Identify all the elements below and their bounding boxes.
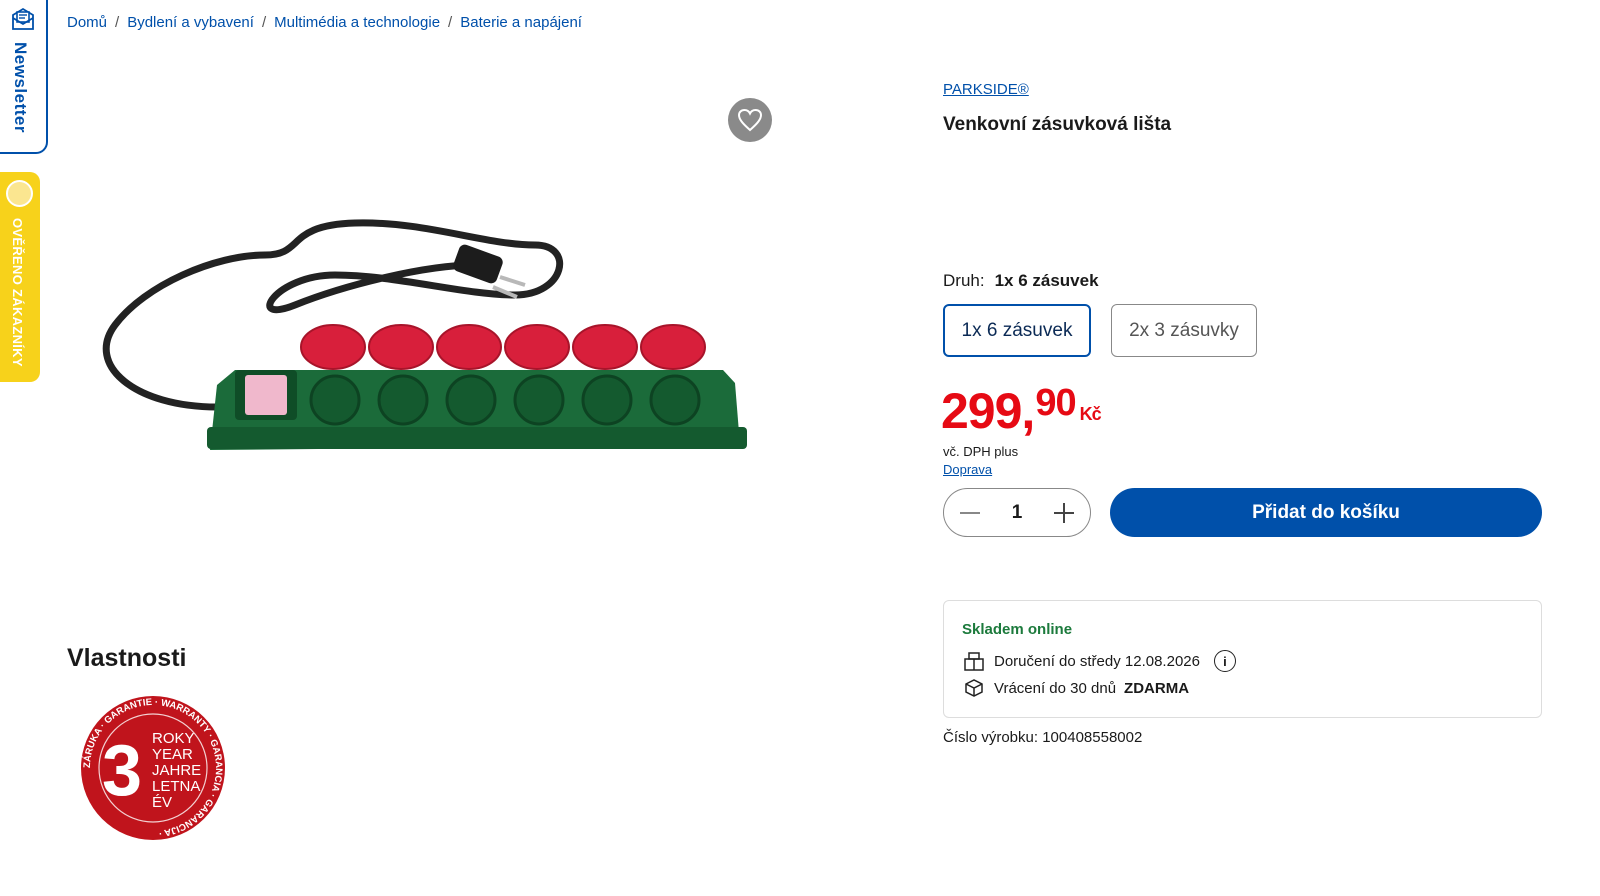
delivery-row: Doručení do středy 12.08.2026 i (962, 649, 1236, 673)
warranty-number: 3 (102, 731, 142, 811)
warranty-line: ROKY (152, 730, 195, 747)
breadcrumb-separator: / (115, 14, 120, 31)
delivery-text: Doručení do středy 12.08.2026 (994, 652, 1200, 670)
minus-icon (960, 511, 980, 514)
newsletter-label: Newsletter (11, 42, 30, 133)
product-title: Venkovní zásuvková lišta (943, 114, 1172, 135)
breadcrumb-separator: / (448, 14, 453, 31)
shipping-link[interactable]: Doprava (943, 462, 992, 477)
variant-label-text: Druh: (943, 271, 985, 290)
breadcrumb: Domů / Bydlení a vybavení / Multimédia a… (67, 14, 582, 31)
stock-status: Skladem online (962, 621, 1073, 638)
warranty-line: LETNA (152, 778, 200, 795)
info-icon[interactable]: i (1213, 650, 1236, 672)
return-text: Vrácení do 30 dnů (994, 679, 1117, 697)
return-box-icon (965, 679, 983, 697)
breadcrumb-multimedia[interactable]: Multimédia a technologie (274, 14, 440, 31)
variant-option-2x3[interactable]: 2x 3 zásuvky (1111, 304, 1257, 357)
return-row: Vrácení do 30 dnů ZDARMA (962, 676, 1189, 700)
newsletter-tab[interactable]: Newsletter (0, 0, 48, 154)
quantity-value[interactable]: 1 (1012, 502, 1023, 524)
features-heading: Vlastnosti (67, 644, 187, 672)
variant-selected-value: 1x 6 zásuvek (994, 271, 1099, 290)
return-free-text: ZDARMA (1124, 679, 1190, 697)
increase-quantity-button[interactable] (1052, 501, 1076, 525)
price: 299, 90 Kč (941, 382, 1102, 439)
decrease-quantity-button[interactable] (958, 501, 982, 525)
vat-note: vč. DPH plus (943, 444, 1019, 459)
price-decimal: 90 (1035, 382, 1076, 424)
plus-icon (1053, 502, 1074, 523)
warranty-3-years-icon: 3 ROKY YEAR JAHRE LETNA ÉV ZÁRUKA · GARA… (81, 696, 225, 840)
warranty-line: ÉV (152, 794, 172, 811)
product-image (102, 219, 747, 450)
add-to-favorites-button[interactable] (728, 98, 772, 142)
verified-label: OVĚŘENO ZÁKAZNÍKY (10, 218, 25, 367)
price-integer: 299, (941, 383, 1035, 439)
verified-by-customers-tab[interactable]: OVĚŘENO ZÁKAZNÍKY (0, 172, 40, 382)
heart-icon (737, 108, 763, 132)
item-number: Číslo výrobku: 100408558002 (943, 729, 1143, 746)
newsletter-icon (12, 7, 34, 30)
breadcrumb-separator: / (261, 14, 267, 31)
variant-option-1x6[interactable]: 1x 6 zásuvek (943, 304, 1091, 357)
warranty-line: JAHRE (152, 762, 201, 779)
verified-badge-icon (6, 180, 33, 207)
add-to-cart-button[interactable]: Přidat do košíku (1110, 488, 1542, 537)
price-currency: Kč (1079, 404, 1102, 424)
brand-link[interactable]: PARKSIDE® (943, 81, 1029, 98)
variant-label: Druh: 1x 6 zásuvek (943, 271, 1099, 291)
breadcrumb-living[interactable]: Bydlení a vybavení (127, 14, 254, 31)
breadcrumb-batteries[interactable]: Baterie a napájení (460, 14, 582, 31)
warranty-line: YEAR (152, 746, 193, 763)
quantity-stepper: 1 (943, 488, 1091, 537)
delivery-box-icon (964, 652, 984, 671)
availability-box: Skladem online Doručení do středy 12.08.… (943, 600, 1542, 718)
breadcrumb-home[interactable]: Domů (67, 14, 107, 31)
